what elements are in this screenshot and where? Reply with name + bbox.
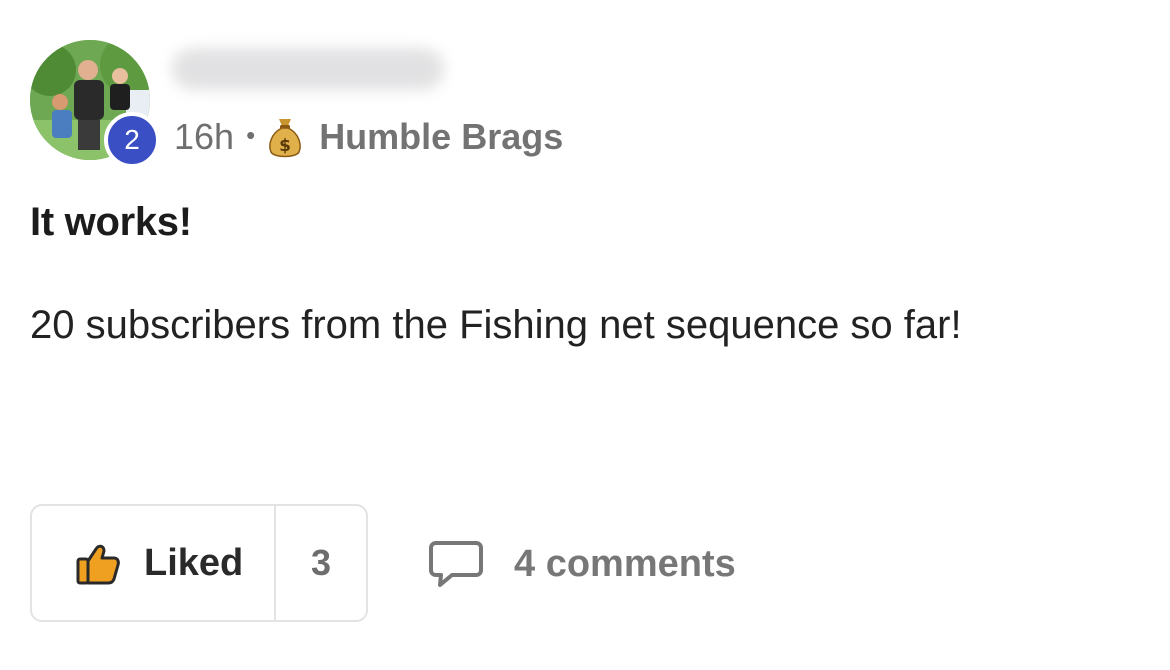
post-time: 16h: [174, 116, 235, 157]
like-count[interactable]: 3: [276, 506, 366, 620]
svg-text:$: $: [279, 136, 291, 156]
thumbs-up-icon: [76, 544, 120, 585]
meta-separator: •: [246, 119, 256, 150]
post-card: 2 16h • $ Humble Brags It works! 20 subs…: [0, 0, 1170, 670]
post-category[interactable]: Humble Brags: [319, 116, 563, 158]
like-button[interactable]: Liked: [32, 506, 276, 620]
author-name-blurred[interactable]: [172, 48, 444, 90]
comment-bubble-icon: [429, 541, 483, 587]
post-meta: 16h • $ Humble Brags: [174, 112, 563, 162]
money-bag-icon: $: [269, 119, 302, 158]
post-body[interactable]: 20 subscribers from the Fishing net sequ…: [30, 290, 1120, 360]
author-avatar-wrap[interactable]: 2: [30, 40, 160, 168]
post-title[interactable]: It works!: [30, 200, 192, 245]
level-badge: 2: [104, 112, 160, 168]
comments-button[interactable]: 4 comments: [428, 536, 736, 592]
comments-label: 4 comments: [514, 542, 736, 585]
like-control: Liked 3: [30, 504, 368, 622]
like-label: Liked: [144, 541, 244, 584]
